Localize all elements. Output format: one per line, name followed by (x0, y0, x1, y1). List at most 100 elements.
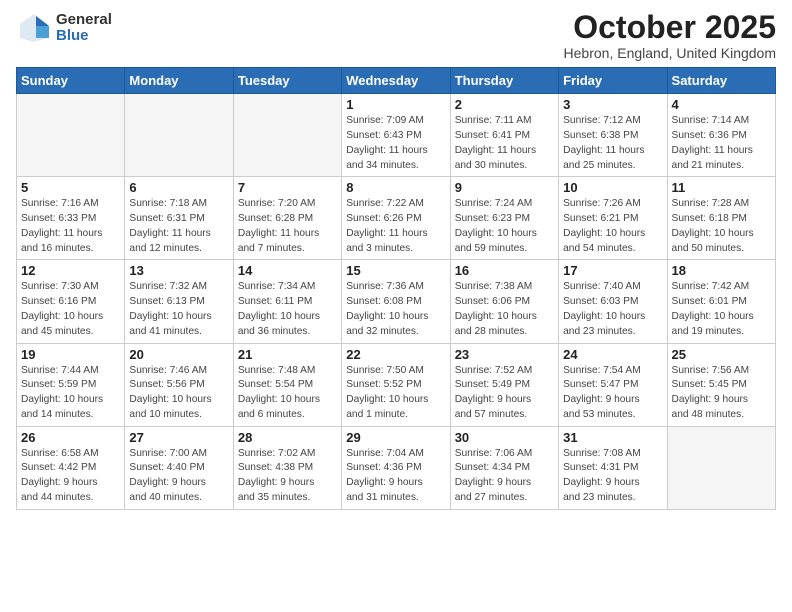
calendar-cell: 23Sunrise: 7:52 AM Sunset: 5:49 PM Dayli… (450, 343, 558, 426)
weekday-header-friday: Friday (559, 68, 667, 94)
day-number: 17 (563, 263, 662, 278)
day-info: Sunrise: 7:28 AM Sunset: 6:18 PM Dayligh… (672, 197, 771, 256)
day-info: Sunrise: 7:30 AM Sunset: 6:16 PM Dayligh… (21, 280, 120, 339)
weekday-header-wednesday: Wednesday (342, 68, 450, 94)
day-info: Sunrise: 7:09 AM Sunset: 6:43 PM Dayligh… (346, 114, 445, 173)
week-row-0: 1 Sunrise: 7:09 AM Sunset: 6:43 PM Daylig… (17, 94, 776, 177)
day-info: Sunrise: 7:22 AM Sunset: 6:26 PM Dayligh… (346, 197, 445, 256)
calendar-cell: 16 Sunrise: 7:38 AM Sunset: 6:06 PM Dayli… (450, 260, 558, 343)
month-title: October 2025 (564, 10, 776, 45)
day-info: Sunrise: 7:26 AM Sunset: 6:21 PM Dayligh… (563, 197, 662, 256)
day-info: Sunrise: 6:58 AM Sunset: 4:42 PM Dayligh… (21, 447, 120, 506)
calendar-cell: 3 Sunrise: 7:12 AM Sunset: 6:38 PM Daylig… (559, 94, 667, 177)
day-number: 31 (563, 430, 662, 445)
location: Hebron, England, United Kingdom (564, 45, 776, 61)
day-info: Sunrise: 7:54 AM Sunset: 5:47 PM Dayligh… (563, 364, 662, 423)
day-number: 4 (672, 97, 771, 112)
week-row-3: 19Sunrise: 7:44 AM Sunset: 5:59 PM Dayli… (17, 343, 776, 426)
calendar-cell (667, 426, 775, 509)
day-info: Sunrise: 7:32 AM Sunset: 6:13 PM Dayligh… (129, 280, 228, 339)
day-info: Sunrise: 7:42 AM Sunset: 6:01 PM Dayligh… (672, 280, 771, 339)
day-number: 30 (455, 430, 554, 445)
day-info: Sunrise: 7:08 AM Sunset: 4:31 PM Dayligh… (563, 447, 662, 506)
day-info: Sunrise: 7:06 AM Sunset: 4:34 PM Dayligh… (455, 447, 554, 506)
day-number: 6 (129, 180, 228, 195)
logo-icon (16, 10, 52, 46)
day-info: Sunrise: 7:24 AM Sunset: 6:23 PM Dayligh… (455, 197, 554, 256)
calendar-cell: 21Sunrise: 7:48 AM Sunset: 5:54 PM Dayli… (233, 343, 341, 426)
calendar-cell: 20Sunrise: 7:46 AM Sunset: 5:56 PM Dayli… (125, 343, 233, 426)
calendar-cell: 26 Sunrise: 6:58 AM Sunset: 4:42 PM Dayli… (17, 426, 125, 509)
day-number: 14 (238, 263, 337, 278)
logo-text: General Blue (56, 12, 112, 45)
calendar-cell: 22Sunrise: 7:50 AM Sunset: 5:52 PM Dayli… (342, 343, 450, 426)
day-info: Sunrise: 7:11 AM Sunset: 6:41 PM Dayligh… (455, 114, 554, 173)
day-number: 20 (129, 347, 228, 362)
calendar-cell: 15 Sunrise: 7:36 AM Sunset: 6:08 PM Dayli… (342, 260, 450, 343)
day-number: 26 (21, 430, 120, 445)
day-info: Sunrise: 7:02 AM Sunset: 4:38 PM Dayligh… (238, 447, 337, 506)
day-number: 16 (455, 263, 554, 278)
weekday-header-monday: Monday (125, 68, 233, 94)
calendar-cell: 1 Sunrise: 7:09 AM Sunset: 6:43 PM Daylig… (342, 94, 450, 177)
day-number: 5 (21, 180, 120, 195)
calendar-header: SundayMondayTuesdayWednesdayThursdayFrid… (17, 68, 776, 94)
day-info: Sunrise: 7:00 AM Sunset: 4:40 PM Dayligh… (129, 447, 228, 506)
calendar-cell: 28Sunrise: 7:02 AM Sunset: 4:38 PM Dayli… (233, 426, 341, 509)
calendar-cell: 10 Sunrise: 7:26 AM Sunset: 6:21 PM Dayli… (559, 177, 667, 260)
day-info: Sunrise: 7:14 AM Sunset: 6:36 PM Dayligh… (672, 114, 771, 173)
day-number: 13 (129, 263, 228, 278)
day-number: 8 (346, 180, 445, 195)
day-number: 3 (563, 97, 662, 112)
calendar-cell: 17 Sunrise: 7:40 AM Sunset: 6:03 PM Dayli… (559, 260, 667, 343)
calendar-cell: 9Sunrise: 7:24 AM Sunset: 6:23 PM Daylig… (450, 177, 558, 260)
day-info: Sunrise: 7:20 AM Sunset: 6:28 PM Dayligh… (238, 197, 337, 256)
day-number: 11 (672, 180, 771, 195)
weekday-header-saturday: Saturday (667, 68, 775, 94)
day-number: 15 (346, 263, 445, 278)
calendar-cell: 4 Sunrise: 7:14 AM Sunset: 6:36 PM Daylig… (667, 94, 775, 177)
calendar: SundayMondayTuesdayWednesdayThursdayFrid… (16, 67, 776, 510)
day-number: 21 (238, 347, 337, 362)
page: General Blue October 2025 Hebron, Englan… (0, 0, 792, 612)
day-info: Sunrise: 7:34 AM Sunset: 6:11 PM Dayligh… (238, 280, 337, 339)
day-info: Sunrise: 7:50 AM Sunset: 5:52 PM Dayligh… (346, 364, 445, 423)
calendar-cell: 2Sunrise: 7:11 AM Sunset: 6:41 PM Daylig… (450, 94, 558, 177)
day-number: 29 (346, 430, 445, 445)
calendar-cell: 29 Sunrise: 7:04 AM Sunset: 4:36 PM Dayli… (342, 426, 450, 509)
day-number: 7 (238, 180, 337, 195)
day-number: 10 (563, 180, 662, 195)
logo-blue-text: Blue (56, 28, 112, 45)
day-number: 12 (21, 263, 120, 278)
calendar-cell: 30 Sunrise: 7:06 AM Sunset: 4:34 PM Dayli… (450, 426, 558, 509)
calendar-cell: 6Sunrise: 7:18 AM Sunset: 6:31 PM Daylig… (125, 177, 233, 260)
day-number: 27 (129, 430, 228, 445)
title-block: October 2025 Hebron, England, United Kin… (564, 10, 776, 61)
calendar-cell: 7 Sunrise: 7:20 AM Sunset: 6:28 PM Daylig… (233, 177, 341, 260)
calendar-cell: 27 Sunrise: 7:00 AM Sunset: 4:40 PM Dayli… (125, 426, 233, 509)
day-number: 24 (563, 347, 662, 362)
calendar-cell (17, 94, 125, 177)
weekday-header-thursday: Thursday (450, 68, 558, 94)
day-info: Sunrise: 7:36 AM Sunset: 6:08 PM Dayligh… (346, 280, 445, 339)
day-info: Sunrise: 7:52 AM Sunset: 5:49 PM Dayligh… (455, 364, 554, 423)
calendar-cell: 8 Sunrise: 7:22 AM Sunset: 6:26 PM Daylig… (342, 177, 450, 260)
calendar-cell: 18 Sunrise: 7:42 AM Sunset: 6:01 PM Dayli… (667, 260, 775, 343)
calendar-cell: 31 Sunrise: 7:08 AM Sunset: 4:31 PM Dayli… (559, 426, 667, 509)
day-number: 18 (672, 263, 771, 278)
week-row-4: 26 Sunrise: 6:58 AM Sunset: 4:42 PM Dayli… (17, 426, 776, 509)
calendar-body: 1 Sunrise: 7:09 AM Sunset: 6:43 PM Daylig… (17, 94, 776, 510)
day-number: 19 (21, 347, 120, 362)
calendar-cell: 5Sunrise: 7:16 AM Sunset: 6:33 PM Daylig… (17, 177, 125, 260)
day-info: Sunrise: 7:04 AM Sunset: 4:36 PM Dayligh… (346, 447, 445, 506)
calendar-cell (125, 94, 233, 177)
day-number: 1 (346, 97, 445, 112)
day-info: Sunrise: 7:12 AM Sunset: 6:38 PM Dayligh… (563, 114, 662, 173)
calendar-cell: 14 Sunrise: 7:34 AM Sunset: 6:11 PM Dayli… (233, 260, 341, 343)
logo-general-text: General (56, 12, 112, 29)
week-row-2: 12 Sunrise: 7:30 AM Sunset: 6:16 PM Dayli… (17, 260, 776, 343)
calendar-cell: 11 Sunrise: 7:28 AM Sunset: 6:18 PM Dayli… (667, 177, 775, 260)
day-info: Sunrise: 7:40 AM Sunset: 6:03 PM Dayligh… (563, 280, 662, 339)
day-info: Sunrise: 7:38 AM Sunset: 6:06 PM Dayligh… (455, 280, 554, 339)
calendar-cell: 25Sunrise: 7:56 AM Sunset: 5:45 PM Dayli… (667, 343, 775, 426)
